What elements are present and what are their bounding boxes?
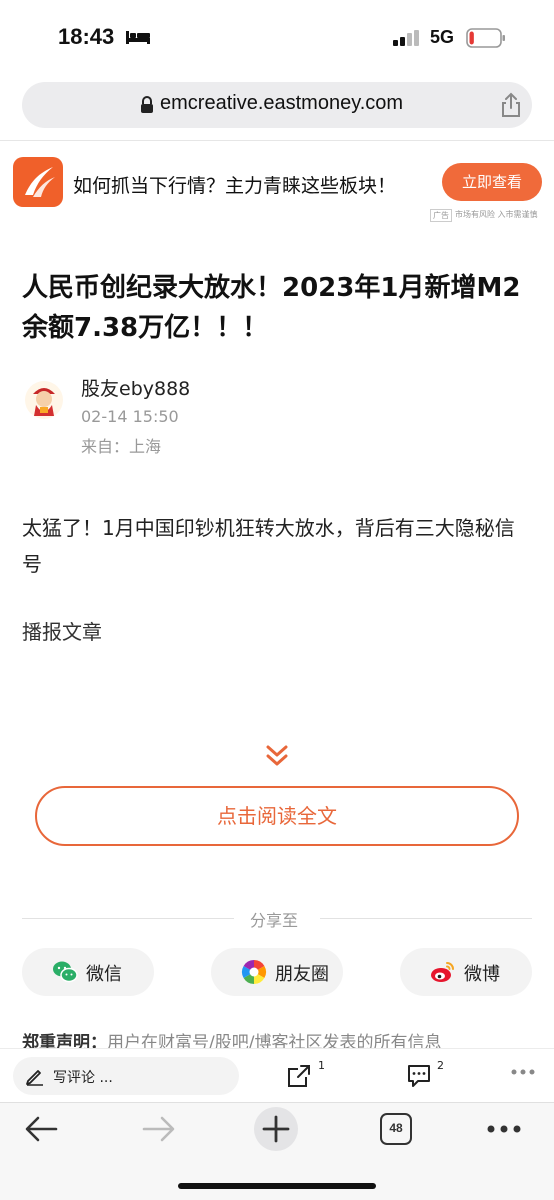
more-icon[interactable] <box>510 1067 536 1077</box>
author-avatar[interactable] <box>24 380 64 420</box>
divider <box>320 918 532 919</box>
pencil-icon <box>26 1070 43 1086</box>
moments-icon <box>241 960 267 984</box>
article-body: 太猛了！1月中国印钞机狂转大放水，背后有三大隐秘信号 <box>22 516 515 576</box>
weibo-icon <box>431 962 454 982</box>
url-text: emcreative.eastmoney.com <box>160 92 404 114</box>
forward-icon[interactable] <box>286 1063 312 1089</box>
read-full-article-button[interactable]: 点击阅读全文 <box>35 786 519 846</box>
forward-count: 1 <box>318 1059 325 1072</box>
ad-view-button[interactable]: 立即查看 <box>442 163 542 201</box>
chevron-double-down-icon[interactable] <box>264 744 290 768</box>
menu-more-icon[interactable] <box>486 1123 522 1135</box>
write-comment-label: 写评论 ... <box>53 1070 113 1086</box>
signal-icon <box>393 30 419 46</box>
divider <box>0 140 554 141</box>
home-indicator[interactable] <box>178 1183 376 1189</box>
comment-icon[interactable] <box>406 1064 432 1088</box>
network-type: 5G <box>430 27 455 47</box>
divider <box>22 918 234 919</box>
broadcast-article-link[interactable]: 播报文章 <box>22 616 102 645</box>
status-bar: 18:43 5G <box>0 0 554 76</box>
new-tab-plus-icon[interactable] <box>253 1106 299 1152</box>
share-option-label: 微博 <box>464 964 500 985</box>
sleep-mode-icon <box>126 31 150 44</box>
ad-text: 如何抓当下行情？主力青睐这些板块！ <box>73 175 397 197</box>
share-moments-button[interactable]: 朋友圈 <box>211 948 343 996</box>
lock-icon <box>141 96 153 113</box>
write-comment-input[interactable]: 写评论 ... <box>13 1057 239 1095</box>
share-icon[interactable] <box>500 92 522 118</box>
tabs-button[interactable]: 48 <box>380 1113 412 1145</box>
comment-toolbar: 写评论 ... 1 2 <box>0 1048 554 1102</box>
ad-tag: 广告 <box>430 209 452 222</box>
article-title: 人民币创纪录大放水！2023年1月新增M2余额7.38万亿！！！ <box>22 273 521 343</box>
wechat-icon <box>53 961 78 983</box>
share-wechat-button[interactable]: 微信 <box>22 948 154 996</box>
ad-banner[interactable]: 如何抓当下行情？主力青睐这些板块！ 立即查看 广告 市场有风险 入市需谨慎 <box>0 148 554 228</box>
share-heading: 分享至 <box>250 911 299 930</box>
share-option-label: 微信 <box>86 964 122 985</box>
status-time: 18:43 <box>58 24 115 49</box>
page: 18:43 5G emcreative.eastmoney.com 如何抓当下行… <box>0 0 554 1200</box>
author-location: 来自：上海 <box>81 437 162 456</box>
battery-icon <box>466 28 505 48</box>
publish-date: 02-14 15:50 <box>81 407 179 426</box>
author-name[interactable]: 股友eby888 <box>81 374 190 401</box>
ad-risk-note: 市场有风险 入市需谨慎 <box>455 210 538 219</box>
address-bar[interactable]: emcreative.eastmoney.com <box>22 82 532 128</box>
forward-arrow-icon[interactable] <box>142 1115 176 1143</box>
app-logo-icon <box>13 157 63 207</box>
share-weibo-button[interactable]: 微博 <box>400 948 532 996</box>
back-arrow-icon[interactable] <box>24 1115 58 1143</box>
comment-count: 2 <box>437 1059 444 1072</box>
share-option-label: 朋友圈 <box>275 964 329 985</box>
